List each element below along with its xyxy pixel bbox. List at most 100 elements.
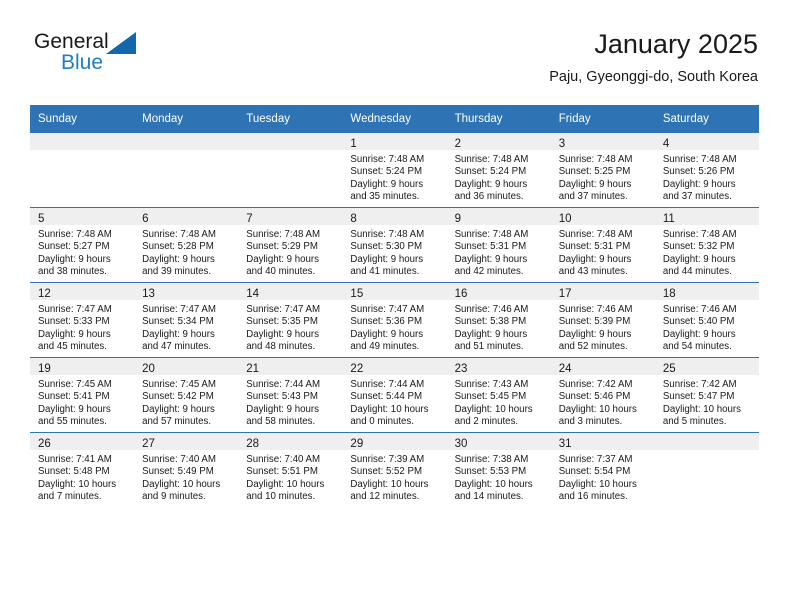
calendar-day-cell[interactable]: 9 Sunrise: 7:48 AM Sunset: 5:31 PM Daylight… — [446, 207, 551, 283]
calendar-day-cell[interactable]: 6 Sunrise: 7:48 AM Sunset: 5:28 PM Daylight… — [134, 207, 239, 283]
calendar-day-cell[interactable]: 19 Sunrise: 7:45 AM Sunset: 5:41 PM Dayligh… — [30, 357, 135, 433]
day-number-band: 19 — [30, 358, 135, 375]
calendar-day-cell[interactable]: 21 Sunrise: 7:44 AM Sunset: 5:43 PM Dayligh… — [238, 357, 343, 433]
day-cell-content: 24 Sunrise: 7:42 AM Sunset: 5:46 PM Dayligh… — [550, 358, 655, 432]
calendar-day-cell[interactable]: 13 Sunrise: 7:47 AM Sunset: 5:34 PM Dayligh… — [134, 282, 239, 358]
day-details: Sunrise: 7:46 AM Sunset: 5:39 PM Daylight:… — [551, 300, 655, 353]
day-details: Sunrise: 7:48 AM Sunset: 5:30 PM Daylight:… — [342, 225, 446, 278]
calendar-week-row: 19 Sunrise: 7:45 AM Sunset: 5:41 PM Dayligh… — [30, 357, 759, 433]
daylight-duration-line2: and 41 minutes. — [350, 265, 420, 277]
weekday-header-friday: Friday — [550, 105, 655, 133]
sunrise-time: Sunrise: 7:46 AM — [558, 304, 633, 315]
day-cell-content — [134, 133, 239, 207]
sunset-time: Sunset: 5:25 PM — [558, 166, 631, 178]
calendar-page: General Blue January 2025 Paju, Gyeonggi… — [0, 0, 792, 612]
day-cell-content: 2 Sunrise: 7:48 AM Sunset: 5:24 PM Daylight… — [446, 133, 551, 207]
calendar-day-cell[interactable]: 3 Sunrise: 7:48 AM Sunset: 5:25 PM Daylight… — [550, 133, 655, 208]
calendar-day-cell[interactable]: 23 Sunrise: 7:43 AM Sunset: 5:45 PM Dayligh… — [446, 357, 551, 433]
day-number-band — [654, 433, 759, 450]
calendar-day-cell[interactable]: 8 Sunrise: 7:48 AM Sunset: 5:30 PM Daylight… — [342, 207, 447, 283]
daylight-duration-line2: and 39 minutes. — [142, 265, 212, 277]
day-cell-content: 4 Sunrise: 7:48 AM Sunset: 5:26 PM Daylight… — [654, 133, 759, 207]
sunset-time: Sunset: 5:48 PM — [38, 466, 110, 478]
calendar-day-cell[interactable]: 14 Sunrise: 7:47 AM Sunset: 5:35 PM Dayligh… — [238, 282, 343, 358]
calendar-day-cell[interactable]: 26 Sunrise: 7:41 AM Sunset: 5:48 PM Dayligh… — [30, 432, 135, 507]
calendar-day-cell[interactable]: 7 Sunrise: 7:48 AM Sunset: 5:29 PM Daylight… — [238, 207, 343, 283]
day-number: 6 — [142, 213, 149, 225]
day-details: Sunrise: 7:48 AM Sunset: 5:24 PM Daylight:… — [447, 150, 551, 203]
day-number: 9 — [454, 213, 461, 225]
sunset-time: Sunset: 5:45 PM — [454, 391, 527, 403]
calendar-day-cell[interactable]: 1 Sunrise: 7:48 AM Sunset: 5:24 PM Daylight… — [342, 133, 447, 208]
calendar-day-cell[interactable]: 30 Sunrise: 7:38 AM Sunset: 5:53 PM Dayligh… — [446, 432, 551, 507]
day-details: Sunrise: 7:45 AM Sunset: 5:41 PM Daylight:… — [30, 375, 134, 428]
calendar-day-cell[interactable]: 2 Sunrise: 7:48 AM Sunset: 5:24 PM Daylight… — [446, 133, 551, 208]
day-details: Sunrise: 7:47 AM Sunset: 5:35 PM Daylight:… — [238, 300, 342, 353]
sunrise-time: Sunrise: 7:47 AM — [142, 304, 216, 315]
calendar-day-cell[interactable]: 22 Sunrise: 7:44 AM Sunset: 5:44 PM Dayligh… — [342, 357, 447, 433]
day-cell-content: 5 Sunrise: 7:48 AM Sunset: 5:27 PM Daylight… — [30, 208, 135, 282]
day-details: Sunrise: 7:40 AM Sunset: 5:51 PM Daylight:… — [238, 450, 342, 503]
calendar-day-cell[interactable]: 20 Sunrise: 7:45 AM Sunset: 5:42 PM Dayligh… — [134, 357, 239, 433]
day-number: 27 — [142, 438, 155, 450]
calendar-day-cell[interactable]: 15 Sunrise: 7:47 AM Sunset: 5:36 PM Dayligh… — [342, 282, 447, 358]
calendar-day-cell[interactable]: 4 Sunrise: 7:48 AM Sunset: 5:26 PM Daylight… — [654, 133, 759, 208]
daylight-duration-line1: Daylight: 9 hours — [454, 178, 528, 190]
day-cell-content: 18 Sunrise: 7:46 AM Sunset: 5:40 PM Dayligh… — [654, 283, 759, 357]
day-number: 12 — [38, 288, 51, 300]
day-cell-content — [30, 133, 135, 207]
calendar-day-cell[interactable]: 18 Sunrise: 7:46 AM Sunset: 5:40 PM Dayligh… — [654, 282, 759, 358]
logo-triangle-icon — [106, 32, 136, 54]
sunrise-time: Sunrise: 7:37 AM — [558, 454, 633, 465]
calendar-day-cell[interactable]: 31 Sunrise: 7:37 AM Sunset: 5:54 PM Dayligh… — [550, 432, 655, 507]
day-details: Sunrise: 7:48 AM Sunset: 5:31 PM Daylight:… — [447, 225, 551, 278]
sunrise-time: Sunrise: 7:44 AM — [246, 379, 321, 390]
daylight-duration-line2: and 42 minutes. — [454, 265, 524, 277]
calendar-day-cell[interactable]: 28 Sunrise: 7:40 AM Sunset: 5:51 PM Dayligh… — [238, 432, 343, 507]
calendar-day-cell[interactable]: 27 Sunrise: 7:40 AM Sunset: 5:49 PM Dayligh… — [134, 432, 239, 507]
calendar-day-cell[interactable]: 25 Sunrise: 7:42 AM Sunset: 5:47 PM Dayligh… — [654, 357, 759, 433]
day-number: 29 — [350, 438, 364, 450]
day-number-band: 7 — [238, 208, 343, 225]
day-details: Sunrise: 7:48 AM Sunset: 5:28 PM Daylight:… — [134, 225, 238, 278]
sunset-time: Sunset: 5:31 PM — [454, 241, 527, 253]
daylight-duration-line1: Daylight: 9 hours — [662, 178, 736, 190]
calendar-day-cell[interactable]: 17 Sunrise: 7:46 AM Sunset: 5:39 PM Dayligh… — [550, 282, 655, 358]
day-details: Sunrise: 7:41 AM Sunset: 5:48 PM Daylight:… — [30, 450, 134, 503]
calendar-day-cell[interactable]: 24 Sunrise: 7:42 AM Sunset: 5:46 PM Dayligh… — [550, 357, 655, 433]
daylight-duration-line2: and 57 minutes. — [142, 415, 212, 427]
sunrise-time: Sunrise: 7:48 AM — [558, 229, 633, 240]
calendar-day-cell[interactable]: 10 Sunrise: 7:48 AM Sunset: 5:31 PM Dayligh… — [550, 207, 655, 283]
sunrise-time: Sunrise: 7:47 AM — [38, 304, 112, 315]
day-cell-content: 16 Sunrise: 7:46 AM Sunset: 5:38 PM Dayligh… — [446, 283, 551, 357]
sunrise-time: Sunrise: 7:41 AM — [38, 454, 112, 465]
weekday-header-tuesday: Tuesday — [238, 105, 343, 133]
calendar-day-cell[interactable]: 29 Sunrise: 7:39 AM Sunset: 5:52 PM Dayligh… — [342, 432, 447, 507]
day-cell-content: 25 Sunrise: 7:42 AM Sunset: 5:47 PM Dayligh… — [654, 358, 759, 432]
day-cell-content: 20 Sunrise: 7:45 AM Sunset: 5:42 PM Dayligh… — [134, 358, 239, 432]
sunrise-time: Sunrise: 7:48 AM — [454, 229, 529, 240]
calendar-day-cell[interactable]: 12 Sunrise: 7:47 AM Sunset: 5:33 PM Dayligh… — [30, 282, 135, 358]
day-details: Sunrise: 7:42 AM Sunset: 5:47 PM Daylight:… — [655, 375, 759, 428]
day-number: 11 — [662, 213, 675, 225]
day-number-band: 14 — [238, 283, 343, 300]
sunrise-sunset-calendar-table: Sunday Monday Tuesday Wednesday Thursday… — [30, 105, 759, 507]
day-number-band: 31 — [550, 433, 655, 450]
daylight-duration-line1: Daylight: 10 hours — [662, 403, 741, 415]
day-cell-content: 19 Sunrise: 7:45 AM Sunset: 5:41 PM Dayligh… — [30, 358, 135, 432]
daylight-duration-line2: and 55 minutes. — [38, 415, 107, 427]
sunrise-time: Sunrise: 7:48 AM — [350, 154, 425, 165]
calendar-day-cell[interactable]: 11 Sunrise: 7:48 AM Sunset: 5:32 PM Dayligh… — [654, 207, 759, 283]
sunrise-time: Sunrise: 7:46 AM — [454, 304, 529, 315]
daylight-duration-line1: Daylight: 9 hours — [246, 403, 319, 415]
calendar-day-cell[interactable]: 16 Sunrise: 7:46 AM Sunset: 5:38 PM Dayligh… — [446, 282, 551, 358]
page-title: January 2025 — [594, 29, 758, 59]
day-number: 2 — [454, 138, 461, 150]
calendar-day-cell[interactable]: 5 Sunrise: 7:48 AM Sunset: 5:27 PM Daylight… — [30, 207, 135, 283]
day-number-band: 22 — [342, 358, 447, 375]
general-blue-logo[interactable]: General Blue — [34, 30, 244, 90]
daylight-duration-line1: Daylight: 9 hours — [558, 178, 632, 190]
day-number-band: 18 — [654, 283, 759, 300]
day-cell-content: 21 Sunrise: 7:44 AM Sunset: 5:43 PM Dayligh… — [238, 358, 343, 432]
sunset-time: Sunset: 5:36 PM — [350, 316, 423, 328]
